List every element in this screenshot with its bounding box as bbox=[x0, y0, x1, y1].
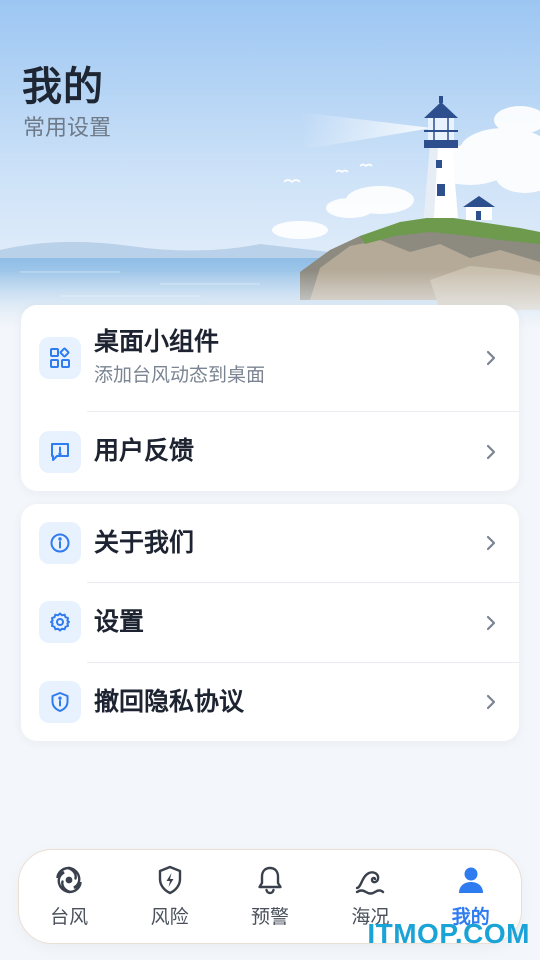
bell-icon bbox=[258, 866, 282, 895]
menu-item-label: 桌面小组件 bbox=[94, 327, 220, 356]
menu-item-revoke-privacy[interactable]: 撤回隐私协议 bbox=[21, 663, 519, 741]
feedback-icon bbox=[39, 431, 81, 473]
menu-item-desktop-widget[interactable]: 桌面小组件 添加台风动态到桌面 bbox=[21, 305, 519, 411]
nav-tab-typhoon[interactable]: 台风 bbox=[29, 864, 109, 929]
menu-item-settings[interactable]: 设置 bbox=[21, 583, 519, 662]
menu-item-label: 关于我们 bbox=[94, 528, 195, 557]
user-icon bbox=[458, 867, 483, 893]
menu-item-description: 添加台风动态到桌面 bbox=[94, 364, 266, 386]
menu-item-label: 用户反馈 bbox=[94, 436, 195, 465]
typhoon-icon bbox=[56, 866, 82, 894]
header-hero: 我的 常用设置 bbox=[0, 0, 540, 330]
settings-card-secondary: 关于我们 设置 撤回隐私协议 bbox=[21, 504, 519, 741]
nav-label: 预警 bbox=[250, 906, 289, 928]
widgets-icon bbox=[39, 337, 81, 379]
info-icon bbox=[39, 522, 81, 564]
menu-item-label: 设置 bbox=[94, 607, 145, 636]
page-subtitle: 常用设置 bbox=[23, 116, 112, 141]
menu-item-about-us[interactable]: 关于我们 bbox=[21, 504, 519, 582]
nav-label: 风险 bbox=[150, 906, 189, 928]
chevron-right-icon bbox=[486, 444, 496, 460]
watermark: ITMOP.COM bbox=[367, 918, 530, 949]
menu-item-label: 撤回隐私协议 bbox=[94, 687, 245, 716]
chevron-right-icon bbox=[486, 694, 496, 710]
shield-info-icon bbox=[39, 681, 81, 723]
nav-tab-warning[interactable]: 预警 bbox=[230, 864, 310, 929]
menu-item-feedback[interactable]: 用户反馈 bbox=[21, 412, 519, 491]
nav-label: 台风 bbox=[50, 906, 89, 928]
page-title: 我的 bbox=[22, 64, 104, 110]
shield-bolt-icon bbox=[158, 865, 181, 895]
gear-icon bbox=[39, 601, 81, 643]
wave-icon bbox=[356, 871, 385, 895]
settings-card-primary: 桌面小组件 添加台风动态到桌面 用户反馈 bbox=[21, 305, 519, 491]
chevron-right-icon bbox=[486, 535, 496, 551]
nav-tab-risk[interactable]: 风险 bbox=[130, 864, 210, 929]
chevron-right-icon bbox=[486, 350, 496, 366]
lighthouse-illustration bbox=[0, 0, 540, 330]
chevron-right-icon bbox=[486, 615, 496, 631]
